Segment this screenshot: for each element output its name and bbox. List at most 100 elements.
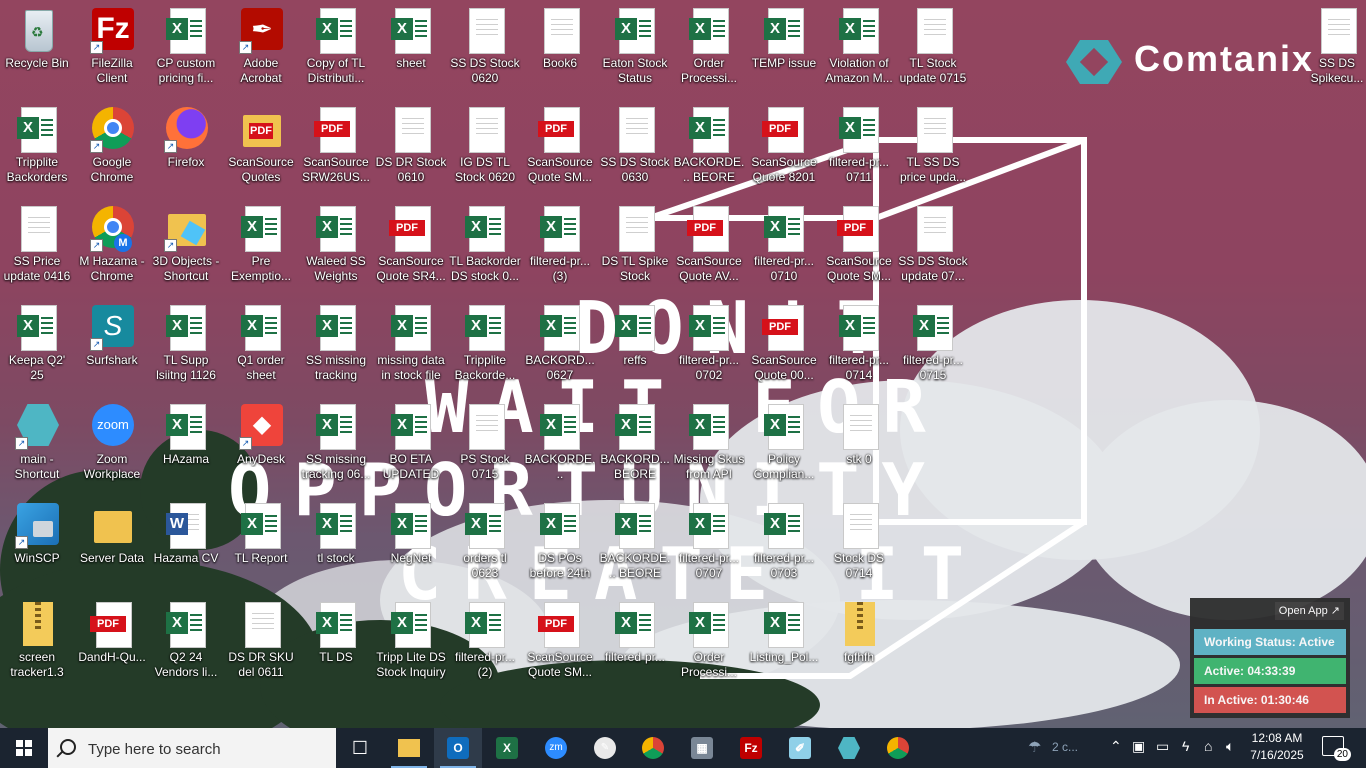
desktop-icon[interactable]: fgfhfh bbox=[823, 598, 895, 694]
desktop-icon[interactable]: X Policy Complian... bbox=[748, 400, 820, 496]
desktop-icon[interactable]: Xfiltered-pr... 0707 bbox=[673, 499, 745, 595]
start-button[interactable] bbox=[0, 728, 48, 768]
desktop-icon[interactable]: ✒ ↗ Adobe Acrobat bbox=[225, 4, 297, 100]
search-input[interactable] bbox=[86, 738, 330, 760]
volume-icon[interactable]: 🔈︎ bbox=[1226, 738, 1234, 755]
desktop-icon[interactable]: DS DR SKU del 0611 bbox=[225, 598, 297, 694]
desktop-icon[interactable]: PDF ScanSource Quote 8201 bbox=[748, 103, 820, 199]
desktop-icon[interactable]: TL Stock update 0715 bbox=[897, 4, 969, 100]
desktop-icon[interactable]: ↗ main - Shortcut bbox=[1, 400, 73, 496]
desktop-icon[interactable]: M ↗ M Hazama - Chrome bbox=[76, 202, 148, 298]
desktop-icon[interactable]: PDF ScanSource Quote SM... bbox=[524, 103, 596, 199]
desktop-icon[interactable]: Xfiltered-pr... 0715 bbox=[897, 301, 969, 397]
desktop-icon[interactable]: Xfiltered-pr... 0711 bbox=[823, 103, 895, 199]
desktop-icon[interactable]: X Listing_Pol... bbox=[748, 598, 820, 694]
desktop-icon[interactable]: Xsheet bbox=[375, 4, 447, 100]
tracker-tray-icon[interactable]: ▣ bbox=[1132, 738, 1145, 755]
desktop-icon[interactable]: Stock DS 0714 bbox=[823, 499, 895, 595]
desktop-icon[interactable]: ◆ ↗ AnyDesk bbox=[225, 400, 297, 496]
desktop-icon[interactable]: X BO ETA UPDATED bbox=[375, 400, 447, 496]
desktop-icon[interactable]: SS DS Stock update 07... bbox=[897, 202, 969, 298]
desktop-icon[interactable]: SS DS Spikecu... bbox=[1301, 4, 1366, 100]
taskbar-app-button[interactable] bbox=[385, 728, 433, 768]
desktop-icon[interactable]: X Tripplite Backorde... bbox=[449, 301, 521, 397]
desktop-icon[interactable]: zoom Zoom Workplace bbox=[76, 400, 148, 496]
desktop-icon[interactable]: S ↗ Surfshark bbox=[76, 301, 148, 397]
desktop-icon[interactable]: X Tripplite Backorders bbox=[1, 103, 73, 199]
desktop-icon[interactable]: X Violation of Amazon M... bbox=[823, 4, 895, 100]
network-icon[interactable]: ⌂ bbox=[1204, 738, 1212, 754]
desktop-icon[interactable]: X Q2 24 Vendors li... bbox=[150, 598, 222, 694]
desktop-icon[interactable]: DS TL Spike Stock bbox=[599, 202, 671, 298]
desktop-icon[interactable]: screen tracker1.3 bbox=[1, 598, 73, 694]
desktop-icon[interactable]: X NegNet bbox=[375, 499, 447, 595]
taskbar-app-button[interactable]: ✎ bbox=[581, 728, 629, 768]
desktop-icon[interactable]: X Q1 order sheet bbox=[225, 301, 297, 397]
taskbar-app-button[interactable]: ✐ bbox=[776, 728, 824, 768]
desktop-icon[interactable]: PDF DandH-Qu... bbox=[76, 598, 148, 694]
desktop-icon[interactable]: PS Stock 0715 bbox=[449, 400, 521, 496]
desktop-icon[interactable]: Xfiltered-pr... bbox=[599, 598, 671, 694]
desktop-icon[interactable]: Xfiltered-pr... (2) bbox=[449, 598, 521, 694]
desktop-icon[interactable]: X SS missing tracking 06... bbox=[300, 400, 372, 496]
desktop-icon[interactable]: SS Price update 0416 bbox=[1, 202, 73, 298]
desktop-icon[interactable]: X Waleed SS Weights bbox=[300, 202, 372, 298]
desktop-icon[interactable]: X Eaton Stock Status bbox=[599, 4, 671, 100]
desktop-icon[interactable]: Xfiltered-pr... 0702 bbox=[673, 301, 745, 397]
desktop-icon[interactable]: PDF ScanSource SRW26US... bbox=[300, 103, 372, 199]
desktop-icon[interactable]: Xfiltered-pr... 0710 bbox=[748, 202, 820, 298]
taskbar-app-button[interactable] bbox=[825, 728, 873, 768]
desktop-icon[interactable]: PDF ScanSource Quote 00... bbox=[748, 301, 820, 397]
weather-widget[interactable]: ☂ 2 c... bbox=[1024, 728, 1104, 768]
desktop-icon[interactable]: SS DS Stock 0620 bbox=[449, 4, 521, 100]
taskbar-app-button[interactable]: ☐ bbox=[336, 728, 384, 768]
desktop-icon[interactable]: SS DS Stock 0630 bbox=[599, 103, 671, 199]
desktop-icon[interactable]: Xfiltered-pr... 0714 bbox=[823, 301, 895, 397]
desktop-icon[interactable]: X Pre Exemptio... bbox=[225, 202, 297, 298]
desktop-icon[interactable]: X TL Supp lsiitng 1126 bbox=[150, 301, 222, 397]
desktop-icon[interactable]: X SS missing tracking 0610 bbox=[300, 301, 372, 397]
desktop-icon[interactable]: Xtl stock bbox=[300, 499, 372, 595]
desktop-icon[interactable]: X Keepa Q2' 25 bbox=[1, 301, 73, 397]
desktop-icon[interactable]: PDF ScanSource Quote AV... bbox=[673, 202, 745, 298]
chevron-up-icon[interactable]: ⌃ bbox=[1110, 738, 1122, 755]
desktop-icon[interactable]: X Copy of TL Distributi... bbox=[300, 4, 372, 100]
desktop-icon[interactable]: X HAzama bbox=[150, 400, 222, 496]
desktop-icon[interactable]: IG DS TL Stock 0620 bbox=[449, 103, 521, 199]
open-app-button[interactable]: Open App ↗ bbox=[1274, 602, 1344, 620]
taskbar-app-button[interactable]: zm bbox=[532, 728, 580, 768]
desktop-icon[interactable]: Book6 bbox=[524, 4, 596, 100]
desktop-icon[interactable]: W Hazama CV bbox=[150, 499, 222, 595]
taskbar-app-button[interactable]: Fz bbox=[727, 728, 775, 768]
desktop-icon[interactable]: Xfiltered-pr... 0703 bbox=[748, 499, 820, 595]
clock[interactable]: 12:08 AM 7/16/2025 bbox=[1244, 730, 1310, 766]
desktop-icon[interactable]: PDF ScanSource Quote SM... bbox=[524, 598, 596, 694]
desktop-icon[interactable]: ↗ 3D Objects - Shortcut bbox=[150, 202, 222, 298]
desktop-icon[interactable]: PDF ScanSource Quotes bbox=[225, 103, 297, 199]
desktop-icon[interactable]: X Tripp Lite DS Stock Inquiry bbox=[375, 598, 447, 694]
desktop-icon[interactable]: DS DR Stock 0610 bbox=[375, 103, 447, 199]
desktop-icon[interactable]: stk 0 bbox=[823, 400, 895, 496]
taskbar-search-box[interactable] bbox=[48, 728, 336, 768]
desktop-icon[interactable]: X Missing Skus from API bbox=[673, 400, 745, 496]
filezilla-tray-icon[interactable]: ϟ bbox=[1182, 738, 1189, 754]
desktop-icon[interactable]: PDF ScanSource Quote SM... bbox=[823, 202, 895, 298]
desktop-icon[interactable]: X BACKORD... BEORE 23R... bbox=[599, 400, 671, 496]
desktop-icon[interactable]: ↗ Google Chrome bbox=[76, 103, 148, 199]
desktop-icon[interactable]: X BACKORDE... 0627(20250... bbox=[524, 400, 596, 496]
desktop-icon[interactable]: X TEMP issue bbox=[748, 4, 820, 100]
desktop-icon[interactable]: ↗ WinSCP bbox=[1, 499, 73, 595]
desktop-icon[interactable]: X Order Processi... bbox=[673, 598, 745, 694]
desktop-icon[interactable]: Fz ↗ FileZilla Client bbox=[76, 4, 148, 100]
desktop-icon[interactable]: X DS POs before 24th bbox=[524, 499, 596, 595]
desktop-icon[interactable]: X TL Backorder DS stock 0... bbox=[449, 202, 521, 298]
taskbar-app-button[interactable]: O bbox=[434, 728, 482, 768]
battery-icon[interactable]: ▭ bbox=[1156, 738, 1169, 755]
desktop-icon[interactable]: ↗ Firefox bbox=[150, 103, 222, 199]
desktop-icon[interactable]: ♻ Recycle Bin bbox=[1, 4, 73, 100]
notification-center-icon[interactable]: 20 bbox=[1322, 736, 1351, 761]
desktop-icon[interactable]: X Order Processi... bbox=[673, 4, 745, 100]
desktop-icon[interactable]: X BACKORDE... BEORE 23R... bbox=[673, 103, 745, 199]
desktop-icon[interactable]: X CP custom pricing fi... bbox=[150, 4, 222, 100]
desktop-icon[interactable]: X BACKORD... 0627 bbox=[524, 301, 596, 397]
